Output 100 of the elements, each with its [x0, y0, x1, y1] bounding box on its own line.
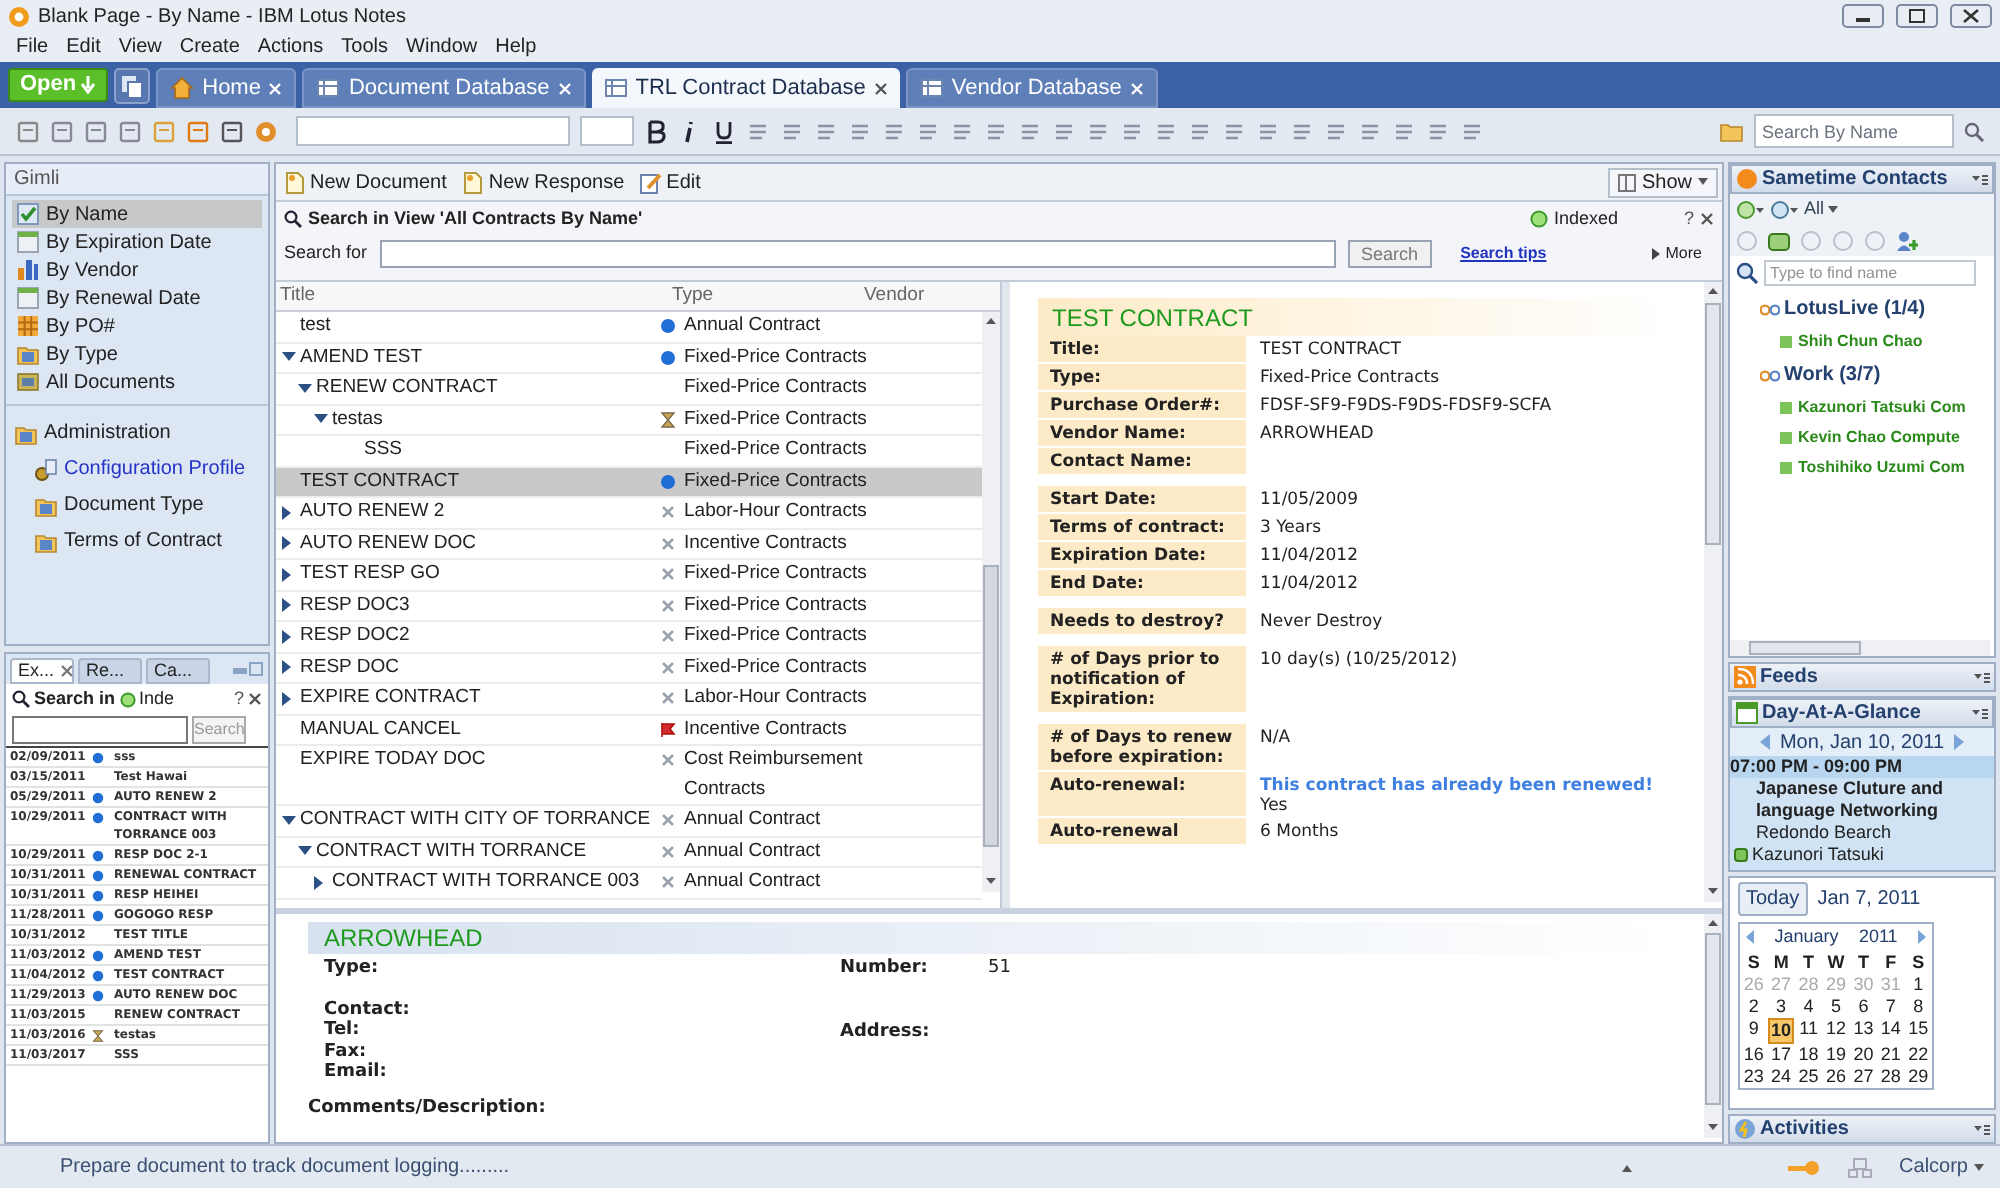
- format-icon[interactable]: [1052, 119, 1076, 143]
- list-row[interactable]: RESP DOC3 Fixed-Price Contracts: [276, 591, 982, 622]
- scrollbar[interactable]: [1704, 914, 1722, 1138]
- calendar-day[interactable]: 10: [1767, 1017, 1795, 1043]
- panel-tab[interactable]: Re...: [78, 658, 142, 684]
- size-dropdown[interactable]: [580, 116, 634, 146]
- search-button[interactable]: Search: [1347, 240, 1433, 268]
- underline-icon[interactable]: [712, 119, 736, 143]
- calendar-day[interactable]: 16: [1740, 1043, 1768, 1065]
- calendar-day[interactable]: 15: [1904, 1017, 1932, 1043]
- network-icon[interactable]: [1847, 1157, 1872, 1177]
- tab[interactable]: TRL Contract Database: [591, 68, 900, 108]
- list-row[interactable]: AUTO RENEW DOC Incentive Contracts: [276, 529, 982, 560]
- menu-item[interactable]: Tools: [341, 32, 389, 62]
- list-row[interactable]: CONTRACT WITH TORRANCE Annual Contract: [276, 837, 982, 868]
- calendar-day[interactable]: 24: [1767, 1065, 1795, 1087]
- list-row[interactable]: CONTRACT WITH TORRANCE 003 Annual Contract: [276, 868, 982, 899]
- chat-icon[interactable]: [1736, 199, 1764, 219]
- format-icon[interactable]: [1426, 119, 1450, 143]
- previous-icon[interactable]: [1746, 930, 1754, 945]
- chat-icon[interactable]: [1770, 199, 1798, 219]
- list-row[interactable]: RESP DOC2 Fixed-Price Contracts: [276, 622, 982, 653]
- panel-menu-icon[interactable]: [1974, 671, 1990, 683]
- window-controls-icon[interactable]: [232, 662, 264, 678]
- format-icon[interactable]: [1086, 119, 1110, 143]
- format-icon[interactable]: [780, 119, 804, 143]
- panel-menu-icon[interactable]: [1972, 173, 1988, 185]
- folder-icon[interactable]: [1720, 121, 1744, 141]
- contact-item[interactable]: Shih Chun Chao: [1760, 330, 1994, 354]
- format-icon[interactable]: [1018, 119, 1042, 143]
- list-row[interactable]: TEST RESP GO Fixed-Price Contracts: [276, 560, 982, 591]
- search-field[interactable]: [12, 716, 188, 744]
- calendar-day[interactable]: 11: [1794, 1017, 1823, 1043]
- list-row[interactable]: AUTO RENEW 2 Labor-Hour Contracts: [276, 498, 982, 529]
- calendar-day[interactable]: 17: [1767, 1043, 1795, 1065]
- search-tips-link[interactable]: Search tips: [1460, 242, 1547, 266]
- list-row[interactable]: CONTRACT WITH CITY OF TORRANCE Annual Contract: [276, 806, 982, 837]
- calendar-day[interactable]: 4: [1794, 995, 1823, 1017]
- format-icon[interactable]: [848, 119, 872, 143]
- nav-item[interactable]: By Name: [12, 200, 262, 228]
- next-icon[interactable]: [1954, 734, 1965, 750]
- help-button[interactable]: ?: [1683, 205, 1694, 233]
- list-row[interactable]: RESP DOC Fixed-Price Contracts: [276, 653, 982, 684]
- calendar-day[interactable]: 2: [1740, 995, 1768, 1017]
- menu-item[interactable]: View: [118, 32, 162, 62]
- contact-group[interactable]: LotusLive (1/4): [1760, 294, 1994, 324]
- format-icon[interactable]: [950, 119, 974, 143]
- list-row[interactable]: MANUAL CANCEL Incentive Contracts: [276, 715, 982, 746]
- contact-item[interactable]: Kazunori Tatsuki Com: [1760, 396, 1994, 420]
- previous-icon[interactable]: [1759, 734, 1770, 750]
- close-icon[interactable]: [248, 692, 262, 706]
- menu-item[interactable]: Window: [406, 32, 478, 62]
- format-icon[interactable]: [1392, 119, 1416, 143]
- calendar-day[interactable]: 23: [1740, 1065, 1768, 1087]
- column-header[interactable]: Vendor: [860, 281, 980, 311]
- nav-item[interactable]: By Expiration Date: [12, 228, 262, 256]
- calendar-day[interactable]: 3: [1767, 995, 1795, 1017]
- contact-item[interactable]: Kevin Chao Compute: [1760, 426, 1994, 450]
- calendar-day[interactable]: 8: [1904, 995, 1932, 1017]
- format-icon[interactable]: [1358, 119, 1382, 143]
- calendar-day[interactable]: 27: [1849, 1065, 1878, 1087]
- calendar-day[interactable]: 19: [1822, 1043, 1850, 1065]
- format-icon[interactable]: [1222, 119, 1246, 143]
- contact-item[interactable]: Toshihiko Uzumi Com: [1760, 456, 1994, 480]
- calendar-day[interactable]: 12: [1822, 1017, 1850, 1043]
- tab[interactable]: Document Database: [302, 68, 586, 108]
- nav-item[interactable]: By Type: [12, 340, 262, 368]
- search-field[interactable]: Type to find name: [1764, 260, 1976, 286]
- event-card[interactable]: 07:00 PM - 09:00 PM Japanese Cluture and language Networking Redondo Bearch Kazunori Tatsuki: [1730, 756, 1994, 870]
- location-dropdown[interactable]: Calcorp: [1899, 1152, 1984, 1182]
- calendar-day[interactable]: 29: [1904, 1065, 1932, 1087]
- format-icon[interactable]: [1460, 119, 1484, 143]
- today-button[interactable]: Today: [1738, 882, 1808, 916]
- filter-dropdown[interactable]: All: [1804, 195, 1839, 223]
- format-icon[interactable]: [1120, 119, 1144, 143]
- calendar-day[interactable]: 1: [1904, 973, 1932, 995]
- close-icon[interactable]: [1950, 4, 1992, 28]
- menu-item[interactable]: Help: [495, 32, 537, 62]
- close-icon[interactable]: [873, 81, 888, 95]
- panel-tab[interactable]: Ex...: [10, 658, 74, 684]
- menu-item[interactable]: Actions: [257, 32, 324, 62]
- add-contact-icon[interactable]: [1896, 229, 1918, 251]
- calendar-day[interactable]: 28: [1877, 1065, 1905, 1087]
- nav-item[interactable]: By Vendor: [12, 256, 262, 284]
- calendar-day[interactable]: 5: [1822, 995, 1850, 1017]
- phone-icon[interactable]: [1768, 229, 1790, 251]
- calendar-day[interactable]: 9: [1740, 1017, 1768, 1043]
- calendar-day[interactable]: 18: [1794, 1043, 1823, 1065]
- action-button[interactable]: New Document: [280, 167, 451, 197]
- panel-menu-icon[interactable]: [1972, 707, 1988, 719]
- column-header[interactable]: Title: [276, 281, 660, 311]
- format-icon[interactable]: [1188, 119, 1212, 143]
- windows-icon[interactable]: [114, 68, 151, 104]
- next-icon[interactable]: [1918, 930, 1926, 945]
- format-icon[interactable]: [1154, 119, 1178, 143]
- list-row[interactable]: RENEW CONTRACT Fixed-Price Contracts: [276, 374, 982, 405]
- list-row[interactable]: test Annual Contract: [276, 312, 982, 343]
- maximize-icon[interactable]: [1896, 4, 1938, 28]
- list-row[interactable]: AMEND TEST Fixed-Price Contracts: [276, 343, 982, 374]
- profile-link[interactable]: Configuration Profile: [14, 454, 260, 484]
